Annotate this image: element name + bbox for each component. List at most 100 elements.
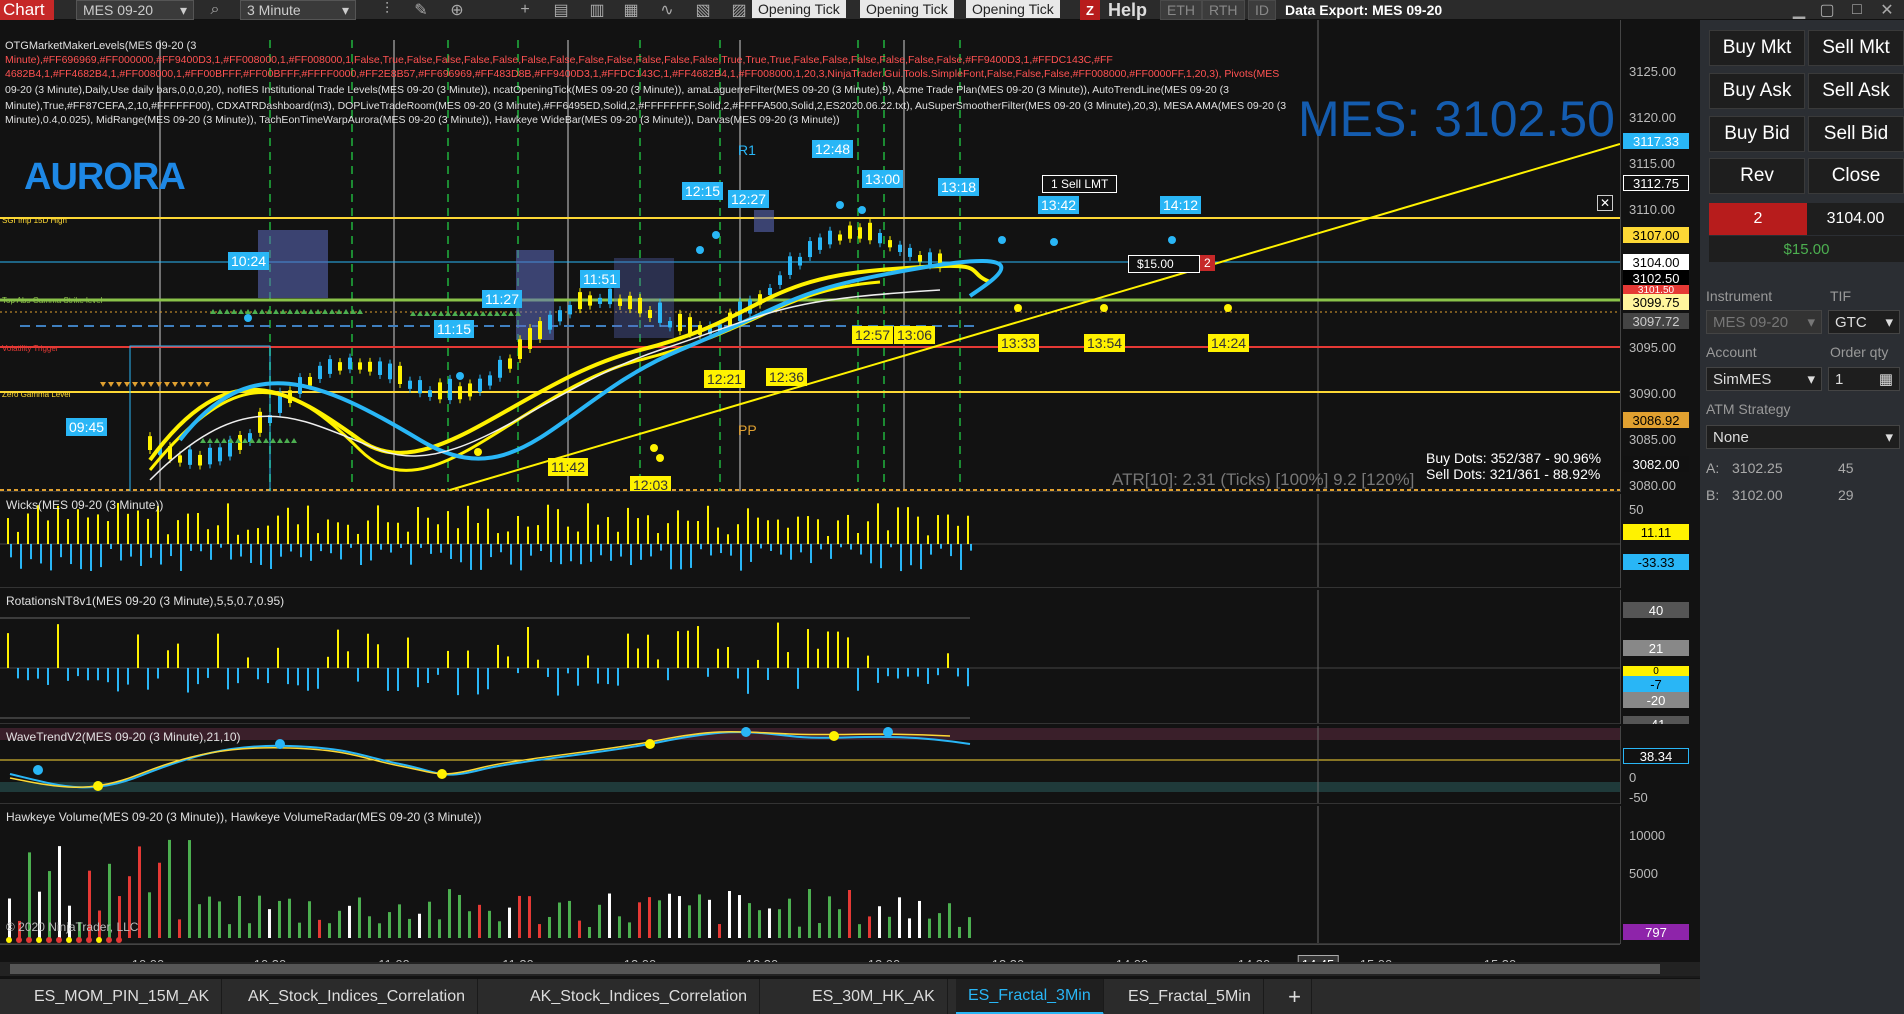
volume-radar-dot	[66, 937, 72, 943]
indicators-icon[interactable]: ▥	[586, 0, 608, 20]
buy-market-button[interactable]: Buy Mkt	[1709, 30, 1805, 66]
volume-panel[interactable]: Hawkeye Volume(MES 09-20 (3 Minute)), Ha…	[0, 806, 1620, 944]
signal-triangle	[221, 438, 227, 443]
rotations-flag-m20: -20	[1623, 692, 1689, 708]
window-close-icon[interactable]: ✕	[1878, 0, 1896, 20]
properties-icon[interactable]: ▤	[550, 0, 572, 20]
price-panel[interactable]: OTGMarketMakerLevels(MES 09-20 (3 Minute…	[0, 20, 1620, 492]
position-avg-price: 3104.00	[1807, 203, 1904, 235]
volume-axis[interactable]: 10000 5000 797	[1620, 806, 1700, 944]
horizontal-scrollbar[interactable]	[0, 962, 1700, 976]
volume-bar	[578, 920, 581, 938]
help-button[interactable]: Help	[1108, 0, 1147, 20]
window-minimize-icon[interactable]: ▁	[1790, 0, 1808, 20]
data-export-label: Data Export: MES 09-20	[1285, 2, 1443, 18]
session-id-button[interactable]: ID	[1248, 0, 1276, 20]
candle-body	[858, 227, 862, 239]
signal-triangle	[424, 311, 430, 316]
time-marker-yellow: 12:36	[766, 368, 808, 386]
chart-menu-button[interactable]: Chart	[0, 0, 54, 20]
window-maximize-icon[interactable]: □	[1848, 0, 1866, 20]
buy-ask-button[interactable]: Buy Ask	[1709, 73, 1805, 109]
sell-bid-button[interactable]: Sell Bid	[1808, 116, 1904, 152]
signal-triangle	[214, 438, 220, 443]
tif-select-value: GTC	[1835, 313, 1867, 331]
signal-triangle	[164, 382, 170, 387]
sell-limit-order-marker[interactable]: 1 Sell LMT	[1042, 175, 1118, 193]
screenshot-icon[interactable]: ▨	[728, 0, 750, 20]
candle-body	[428, 390, 432, 397]
opening-tick-button-2[interactable]: Opening Tick	[860, 0, 954, 18]
window-restore-icon[interactable]: ▢	[1818, 0, 1836, 20]
instrument-select[interactable]: MES 09-20 ▾	[1706, 310, 1822, 334]
account-select[interactable]: SimMES ▾	[1706, 367, 1822, 391]
rotations-panel[interactable]: RotationsNT8v1(MES 09-20 (3 Minute),5,5,…	[0, 590, 1620, 724]
wavetrend-panel[interactable]: WaveTrendV2(MES 09-20 (3 Minute),21,10)	[0, 726, 1620, 804]
opening-tick-button-3[interactable]: Opening Tick	[966, 0, 1060, 18]
volume-chart-svg	[6, 806, 1319, 943]
tab-es-mom-pin[interactable]: ES_MOM_PIN_15M_AK	[22, 979, 223, 1014]
sell-ask-button[interactable]: Sell Ask	[1808, 73, 1904, 109]
scrollbar-thumb[interactable]	[10, 964, 1660, 974]
rotations-axis[interactable]: 40 21 0 -7 -20 -41	[1620, 590, 1700, 724]
instrument-selector[interactable]: MES 09-20 ▾	[76, 0, 194, 20]
close-icon[interactable]: ✕	[1597, 195, 1613, 211]
template-icon[interactable]: ▧	[692, 0, 714, 20]
volume-bar	[428, 901, 431, 938]
rotations-title: RotationsNT8v1(MES 09-20 (3 Minute),5,5,…	[6, 594, 285, 608]
drawing-tool-icon[interactable]: ✎	[410, 0, 432, 20]
crosshair-icon[interactable]: +	[514, 0, 536, 20]
search-icon[interactable]: ⌕	[204, 0, 226, 20]
wicks-title: Wicks(MES 09-20 (3 Minute))	[6, 498, 164, 512]
reverse-button[interactable]: Rev	[1709, 158, 1805, 194]
volume-bar	[168, 839, 171, 938]
bar-chart-icon[interactable]: ▦	[620, 0, 642, 20]
cross-dot	[741, 727, 751, 737]
sell-market-button[interactable]: Sell Mkt	[1808, 30, 1904, 66]
buy-bid-button[interactable]: Buy Bid	[1709, 116, 1805, 152]
tif-select[interactable]: GTC ▾	[1828, 310, 1900, 334]
tab-es-fractal-5min[interactable]: ES_Fractal_5Min	[1116, 979, 1264, 1014]
chevron-down-icon: ▾	[179, 1, 187, 18]
close-position-button[interactable]: Close	[1808, 158, 1904, 194]
tab-es-fractal-3min[interactable]: ES_Fractal_3Min	[956, 979, 1104, 1014]
signal-triangle	[124, 382, 130, 387]
wicks-axis[interactable]: 50 11.11 -33.33	[1620, 494, 1700, 588]
session-eth-button[interactable]: ETH	[1160, 0, 1202, 20]
z-button[interactable]: Z	[1080, 0, 1100, 20]
price-axis[interactable]: 3125.00 3120.00 3115.00 3110.00 3095.00 …	[1620, 20, 1700, 492]
tab-stock-indices-correlation-1[interactable]: AK_Stock_Indices_Correlation	[236, 979, 479, 1014]
signal-triangle	[188, 382, 194, 387]
wicks-panel[interactable]: Wicks(MES 09-20 (3 Minute))	[0, 494, 1620, 588]
opening-tick-button-1[interactable]: Opening Tick	[752, 0, 846, 18]
wavetrend-axis[interactable]: 38.34 0 -50	[1620, 726, 1700, 804]
bar-type-icon[interactable]: ⫶	[376, 0, 398, 20]
wavetrend-chart-svg	[0, 726, 1620, 803]
chevron-down-icon: ▾	[1807, 371, 1815, 388]
position-qty-marker[interactable]: 2	[1200, 255, 1215, 271]
atm-strategy-select[interactable]: None ▾	[1706, 425, 1900, 449]
volume-bar	[938, 913, 941, 938]
atr-readout: ATR[10]: 2.31 (Ticks) [100%] 9.2 [120%]	[1112, 470, 1415, 489]
tab-es-30m[interactable]: ES_30M_HK_AK	[800, 979, 948, 1014]
volume-bar	[178, 919, 181, 938]
volume-bar	[808, 889, 811, 938]
volume-bar	[798, 926, 801, 938]
zoom-icon[interactable]: ⊕	[446, 0, 468, 20]
signal-dot	[858, 206, 866, 214]
time-marker-yellow: 12:21	[704, 370, 746, 388]
copyright-notice: © 2020 NinjaTrader, LLC	[6, 920, 139, 934]
tab-stock-indices-correlation-2[interactable]: AK_Stock_Indices_Correlation	[518, 979, 761, 1014]
order-qty-stepper[interactable]: 1 ▦	[1828, 367, 1900, 391]
volume-bar	[758, 910, 761, 938]
chart-area[interactable]: OTGMarketMakerLevels(MES 09-20 (3 Minute…	[0, 20, 1700, 980]
candle-body	[368, 361, 372, 372]
volume-bar	[948, 903, 951, 938]
strategy-icon[interactable]: ∿	[656, 0, 678, 20]
interval-selector[interactable]: 3 Minute ▾	[240, 0, 356, 20]
add-tab-button[interactable]: +	[1278, 979, 1312, 1014]
volume-bar	[548, 916, 551, 938]
chevron-down-icon: ▾	[1807, 314, 1815, 331]
session-rth-button[interactable]: RTH	[1202, 0, 1245, 20]
stepper-icon[interactable]: ▦	[1879, 370, 1893, 388]
